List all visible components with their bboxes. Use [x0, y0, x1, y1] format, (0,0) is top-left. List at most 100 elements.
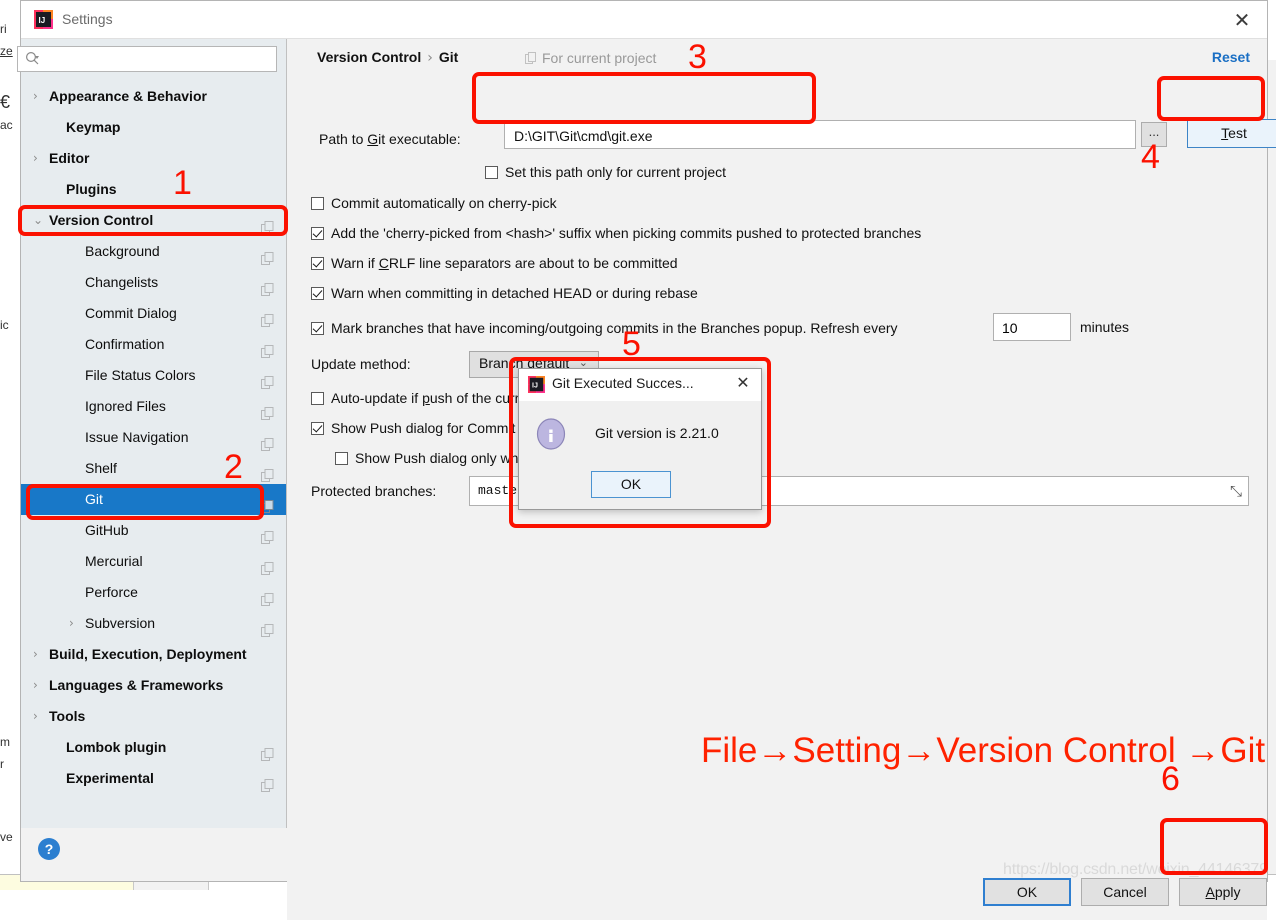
checkbox-label-pre: Auto-update if: [331, 390, 423, 406]
path-label-mnemonic: G: [367, 131, 379, 147]
copy-settings-icon: [261, 276, 274, 296]
chevron-right-icon[interactable]: ›: [33, 639, 38, 670]
sidebar-item-plugins[interactable]: Plugins: [21, 174, 286, 205]
breadcrumb-root[interactable]: Version Control: [317, 49, 421, 65]
chevron-right-icon[interactable]: ›: [69, 608, 74, 639]
bg-fragment: €: [0, 92, 11, 112]
sidebar-item-lombok-plugin[interactable]: Lombok plugin: [21, 732, 286, 763]
sidebar-item-perforce[interactable]: Perforce: [21, 577, 286, 608]
sidebar-item-label: Subversion: [85, 615, 156, 631]
checkbox-warn-detached-head[interactable]: Warn when committing in detached HEAD or…: [311, 285, 698, 301]
reset-link[interactable]: Reset: [1212, 49, 1250, 65]
expand-icon[interactable]: ⤡: [1230, 482, 1242, 500]
checkbox-box[interactable]: [335, 452, 348, 465]
sidebar-item-github[interactable]: GitHub: [21, 515, 286, 546]
checkbox-box[interactable]: [311, 227, 324, 240]
settings-sidebar: › Appearance & Behavior Keymap › Editor Plugi…: [17, 39, 287, 828]
sidebar-item-languages-frameworks[interactable]: › Languages & Frameworks: [21, 670, 286, 701]
copy-settings-icon: [261, 493, 274, 513]
checkbox-box[interactable]: [311, 392, 324, 405]
sidebar-item-label: Changelists: [85, 274, 159, 290]
sidebar-item-mercurial[interactable]: Mercurial: [21, 546, 286, 577]
sidebar-item-version-control[interactable]: ⌄ Version Control: [21, 205, 286, 236]
chevron-right-icon[interactable]: ›: [33, 81, 38, 112]
sidebar-item-editor[interactable]: › Editor: [21, 143, 286, 174]
for-current-project-label: For current project: [525, 50, 656, 66]
breadcrumb: Version Control › Git: [317, 49, 458, 66]
sidebar-item-tools[interactable]: › Tools: [21, 701, 286, 732]
sidebar-item-build-execution-deployment[interactable]: › Build, Execution, Deployment: [21, 639, 286, 670]
checkbox-label: Mark branches that have incoming/outgoin…: [331, 320, 898, 336]
bg-fragment: ac: [0, 118, 13, 132]
checkbox-box[interactable]: [311, 422, 324, 435]
chevron-down-icon[interactable]: ⌄: [33, 205, 43, 236]
intellij-idea-logo-icon: IJ: [528, 376, 545, 393]
search-input[interactable]: [46, 50, 270, 70]
test-button[interactable]: Test: [1187, 119, 1276, 148]
sidebar-item-ignored-files[interactable]: Ignored Files: [21, 391, 286, 422]
message-dialog-ok-button[interactable]: OK: [591, 471, 671, 498]
checkbox-box[interactable]: [311, 287, 324, 300]
git-executable-path-input[interactable]: [512, 125, 1126, 146]
svg-text:IJ: IJ: [532, 382, 538, 390]
sidebar-item-file-status-colors[interactable]: File Status Colors: [21, 360, 286, 391]
chevron-right-icon[interactable]: ›: [33, 701, 38, 732]
refresh-interval-input[interactable]: [1000, 317, 1066, 338]
browse-button[interactable]: ...: [1141, 122, 1167, 147]
chevron-right-icon[interactable]: ›: [33, 670, 38, 701]
sidebar-item-confirmation[interactable]: Confirmation: [21, 329, 286, 360]
checkbox-commit-automatically-cherry-pick[interactable]: Commit automatically on cherry-pick: [311, 195, 557, 211]
copy-settings-icon: [261, 214, 274, 234]
copy-settings-icon: [261, 369, 274, 389]
sidebar-item-changelists[interactable]: Changelists: [21, 267, 286, 298]
sidebar-item-label: Plugins: [66, 181, 117, 197]
copy-settings-icon: [261, 431, 274, 451]
sidebar-item-label: Mercurial: [85, 553, 143, 569]
cancel-button[interactable]: Cancel: [1081, 878, 1169, 906]
apply-button[interactable]: Apply: [1179, 878, 1267, 906]
intellij-idea-logo-icon: IJ: [34, 10, 53, 29]
chevron-right-icon[interactable]: ›: [33, 143, 38, 174]
ok-button[interactable]: OK: [983, 878, 1071, 906]
copy-settings-icon: [261, 586, 274, 606]
bg-fragment: m: [0, 735, 10, 749]
checkbox-box[interactable]: [311, 197, 324, 210]
checkbox-mark-branches-incoming-outgoing[interactable]: Mark branches that have incoming/outgoin…: [311, 320, 898, 336]
copy-settings-icon: [261, 524, 274, 544]
checkbox-add-cherry-picked-suffix[interactable]: Add the 'cherry-picked from <hash>' suff…: [311, 225, 921, 241]
sidebar-item-label: Git: [85, 491, 103, 507]
sidebar-item-issue-navigation[interactable]: Issue Navigation: [21, 422, 286, 453]
checkbox-warn-crlf[interactable]: Warn if CRLF line separators are about t…: [311, 255, 678, 271]
sidebar-item-subversion[interactable]: › Subversion: [21, 608, 286, 639]
sidebar-item-label: Ignored Files: [85, 398, 166, 414]
sidebar-item-label: Editor: [49, 150, 90, 166]
checkbox-box[interactable]: [311, 322, 324, 335]
refresh-interval-field[interactable]: [993, 313, 1071, 341]
close-icon[interactable]: ✕: [1225, 6, 1259, 34]
settings-tree: › Appearance & Behavior Keymap › Editor Plugi…: [21, 81, 286, 792]
search-icon: [25, 51, 40, 66]
git-executable-path-field[interactable]: [504, 120, 1136, 149]
search-box[interactable]: [17, 46, 277, 72]
checkbox-set-path-current-project[interactable]: Set this path only for current project: [485, 164, 726, 180]
annotation-path-text: File→Setting→Version Control →Git: [701, 731, 1266, 770]
help-button[interactable]: ?: [38, 838, 60, 860]
checkbox-box[interactable]: [311, 257, 324, 270]
sidebar-item-commit-dialog[interactable]: Commit Dialog: [21, 298, 286, 329]
copy-settings-icon: [261, 307, 274, 327]
sidebar-item-shelf[interactable]: Shelf: [21, 453, 286, 484]
svg-text:IJ: IJ: [39, 16, 46, 25]
sidebar-item-appearance-behavior[interactable]: › Appearance & Behavior: [21, 81, 286, 112]
sidebar-item-background[interactable]: Background: [21, 236, 286, 267]
background-editor-left-sliver: ri ze € ac ic m r ve: [0, 0, 21, 889]
sidebar-item-label: Background: [85, 243, 160, 259]
sidebar-item-label: Lombok plugin: [66, 739, 167, 755]
bg-fragment: ri: [0, 22, 7, 36]
sidebar-item-git[interactable]: Git: [21, 484, 286, 515]
checkbox-label: Commit automatically on cherry-pick: [331, 195, 557, 211]
checkbox-mnemonic: C: [378, 255, 389, 271]
sidebar-item-experimental[interactable]: Experimental: [21, 763, 286, 794]
sidebar-item-keymap[interactable]: Keymap: [21, 112, 286, 143]
checkbox-box[interactable]: [485, 166, 498, 179]
close-icon[interactable]: ✕: [731, 371, 755, 395]
